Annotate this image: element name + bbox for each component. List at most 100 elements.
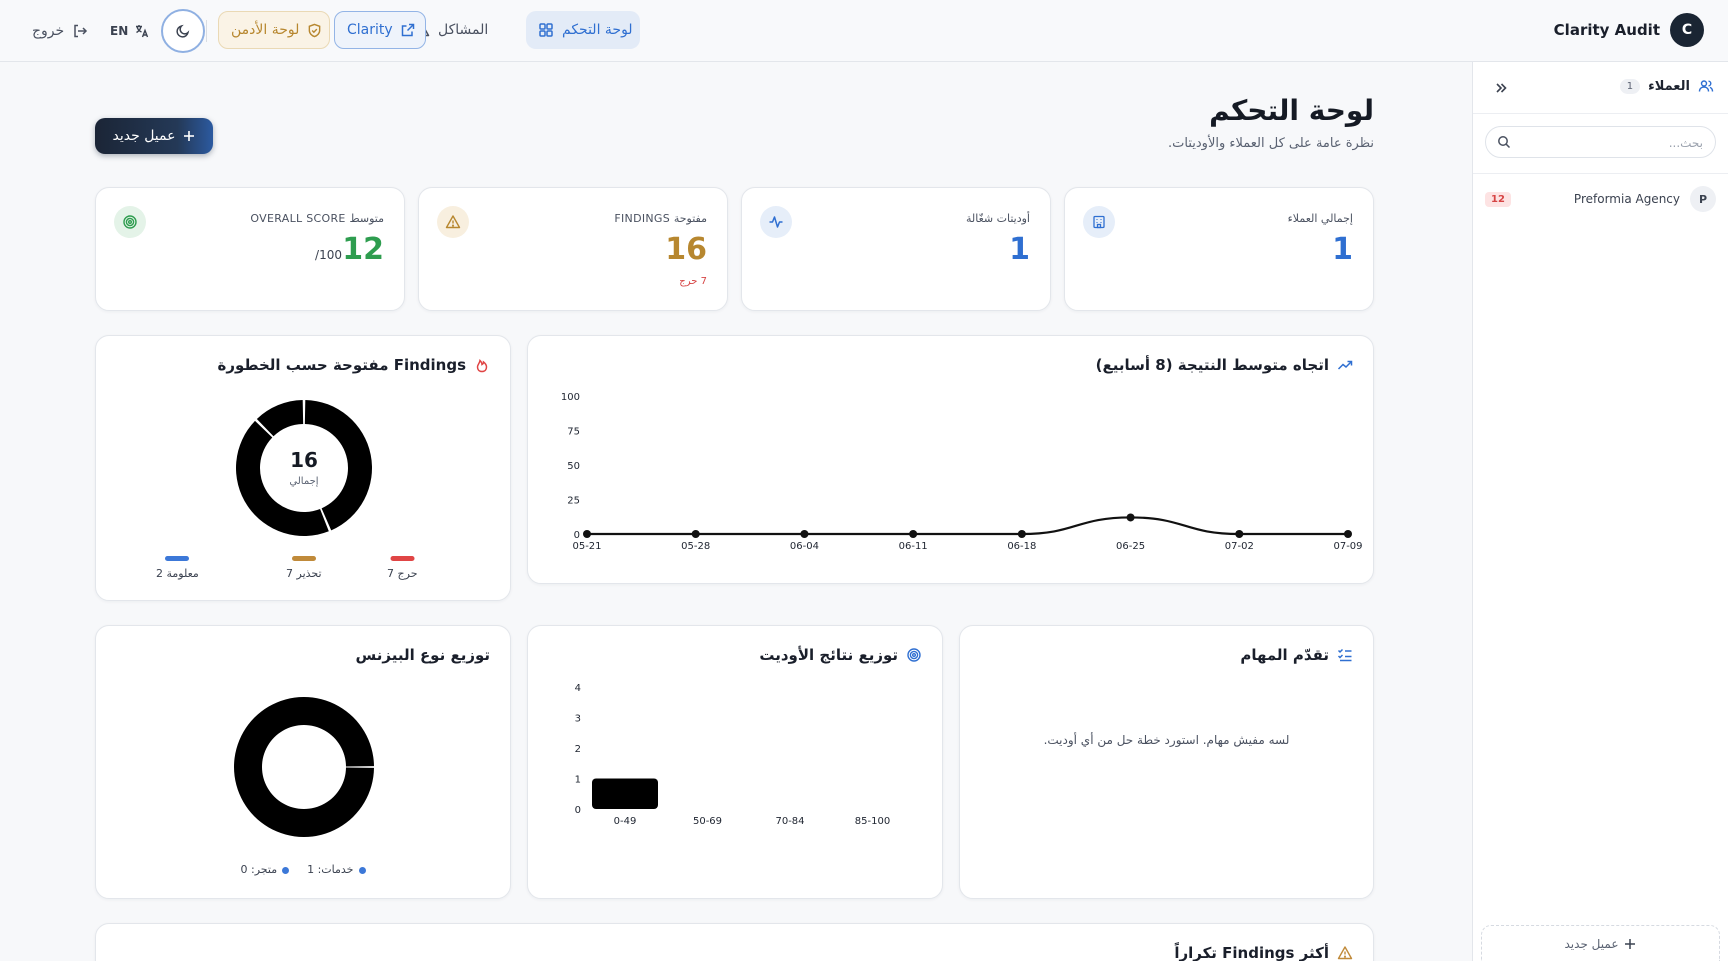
severity-card: Findings مفتوحة حسب الخطورة 16 إجمالي 7 … — [95, 335, 511, 601]
result-bar — [592, 778, 658, 809]
trend-point — [1344, 530, 1352, 538]
nav-clarity-label: Clarity — [347, 22, 393, 38]
trend-card: اتجاه متوسط النتيجة (8 أسابيع) 0 25 50 75 10… — [527, 335, 1374, 584]
stat-card-active-audits: أوديتات شغّالة 1 — [741, 187, 1051, 311]
legend-dot — [358, 866, 366, 874]
x-tick-label: 05-28 — [681, 541, 710, 552]
business-legend-services: خدمات: 1 — [307, 863, 366, 876]
clients-count-badge: 1 — [1619, 78, 1641, 94]
target-icon — [114, 206, 146, 238]
logout-button[interactable]: خروج — [32, 19, 88, 43]
y-tick-label: 0 — [575, 805, 581, 816]
y-tick-label: 1 — [575, 775, 581, 786]
activity-icon — [760, 206, 792, 238]
logout-icon — [74, 24, 88, 38]
info-swatch — [165, 556, 190, 561]
x-tick-label: 0-49 — [614, 816, 637, 827]
shield-check-icon — [309, 23, 321, 37]
critical-swatch — [390, 556, 415, 561]
grid-icon — [539, 23, 553, 37]
severity-legend-critical: 7 حرج — [387, 556, 418, 580]
nav-dashboard-label: لوحة التحكم — [562, 22, 633, 38]
trend-point — [1126, 513, 1135, 522]
tasks-empty-message: لسه مفيش مهام. استورد خطة حل من أي أوديت… — [1043, 733, 1290, 747]
recurring-card-title: أكثر Findings تكراراً — [1174, 944, 1353, 961]
y-tick-label: 4 — [575, 683, 581, 694]
business-legend-services-label: خدمات: 1 — [307, 863, 354, 876]
stat-value: 12 — [342, 232, 384, 267]
x-tick-label: 06-04 — [790, 541, 819, 552]
language-toggle[interactable]: EN — [110, 19, 150, 43]
clients-sidebar: 1 العملاء P Preformia Agency 12 عميل جدي… — [1472, 62, 1728, 961]
x-tick-label: 06-18 — [1007, 541, 1036, 552]
theme-toggle-button[interactable] — [161, 9, 205, 53]
plus-icon — [1625, 938, 1636, 949]
page-title: لوحة التحكم — [1209, 94, 1374, 127]
stat-score-suffix: /100 — [315, 248, 342, 262]
sidebar-collapse-button[interactable] — [1491, 78, 1511, 98]
y-tick-label: 3 — [575, 714, 581, 725]
results-card: توزيع نتائج الأوديت 0 1 2 3 4 0-49 50-69 70-84 8… — [527, 625, 943, 899]
list-checks-icon — [1337, 648, 1352, 662]
severity-legend-warning: 7 تحذير — [286, 556, 322, 580]
nav-dashboard[interactable]: لوحة التحكم — [526, 11, 640, 49]
logout-label: خروج — [32, 23, 65, 39]
new-client-button[interactable]: عميل جديد — [95, 118, 213, 154]
recurring-findings-card: أكثر Findings تكراراً — [95, 923, 1374, 961]
score-trend-line — [586, 516, 1348, 536]
business-legend-store-label: متجر: 0 — [240, 863, 278, 876]
nav-admin[interactable]: لوحة الأدمن — [218, 11, 330, 49]
recurring-card-title-text: أكثر Findings تكراراً — [1174, 944, 1329, 961]
legend-dot — [282, 866, 290, 874]
stat-value: 1 — [1009, 232, 1030, 267]
stat-label: FINDINGS مفتوحة — [614, 212, 707, 225]
stat-card-total-clients: إجمالي العملاء 1 — [1064, 187, 1374, 311]
x-tick-label: 07-02 — [1225, 541, 1254, 552]
trend-point — [909, 530, 918, 538]
severity-total-label: إجمالي — [289, 476, 319, 487]
severity-legend-info: 2 معلومة — [156, 556, 199, 580]
user-avatar[interactable]: C — [1670, 13, 1704, 47]
brand-name: Clarity Audit — [1553, 21, 1660, 39]
business-legend: خدمات: 1 متجر: 0 — [96, 863, 510, 876]
x-tick-label: 06-11 — [899, 541, 928, 552]
client-search-box — [1485, 126, 1716, 158]
x-tick-label: 50-69 — [693, 816, 722, 827]
nav-clarity-link[interactable]: Clarity — [334, 11, 426, 49]
severity-total: 16 — [290, 448, 318, 472]
trend-point — [583, 530, 591, 538]
warning-icon — [437, 206, 469, 238]
client-findings-badge: 12 — [1485, 191, 1511, 207]
warning-label: 7 تحذير — [286, 567, 322, 580]
tasks-card: تقدّم المهام لسه مفيش مهام. استورد خطة ح… — [959, 625, 1374, 899]
x-tick-label: 05-21 — [572, 541, 601, 552]
info-label: 2 معلومة — [156, 567, 199, 580]
trend-point — [1017, 530, 1026, 538]
sidebar-header: 1 العملاء — [1473, 62, 1728, 114]
stat-label: OVERALL SCORE متوسط — [250, 212, 384, 225]
page-subtitle: نظرة عامة على كل العملاء والأوديتات. — [1168, 136, 1374, 151]
search-icon — [1497, 135, 1511, 149]
y-tick-label: 25 — [567, 496, 580, 507]
business-slice — [233, 697, 374, 837]
y-tick-label: 50 — [567, 461, 580, 472]
critical-label: 7 حرج — [387, 567, 418, 580]
brand[interactable]: Clarity Audit C — [1554, 13, 1704, 47]
nav-issues-label: المشاكل — [438, 22, 489, 38]
x-tick-label: 70-84 — [775, 816, 804, 827]
language-label: EN — [110, 24, 129, 38]
trend-chart: 0 25 50 75 100 05-21 05-28 06-04 06-11 06-18 06-25… — [561, 392, 1363, 552]
business-legend-store: متجر: 0 — [241, 863, 290, 876]
client-search-input[interactable] — [1520, 133, 1703, 153]
chevrons-right-icon — [1496, 83, 1507, 93]
trend-point — [800, 530, 809, 538]
business-donut — [233, 697, 374, 837]
new-client-label: عميل جديد — [112, 128, 176, 144]
sidebar-new-client-button[interactable]: عميل جديد — [1481, 925, 1720, 961]
plus-icon — [184, 131, 195, 141]
top-bar: Clarity Audit C لوحة التحكم المشاكل Clar… — [0, 0, 1728, 62]
client-avatar: P — [1690, 186, 1716, 212]
y-tick-label: 75 — [567, 427, 580, 438]
tasks-card-title: تقدّم المهام — [1240, 646, 1353, 664]
sidebar-client-item[interactable]: P Preformia Agency 12 — [1485, 182, 1716, 216]
